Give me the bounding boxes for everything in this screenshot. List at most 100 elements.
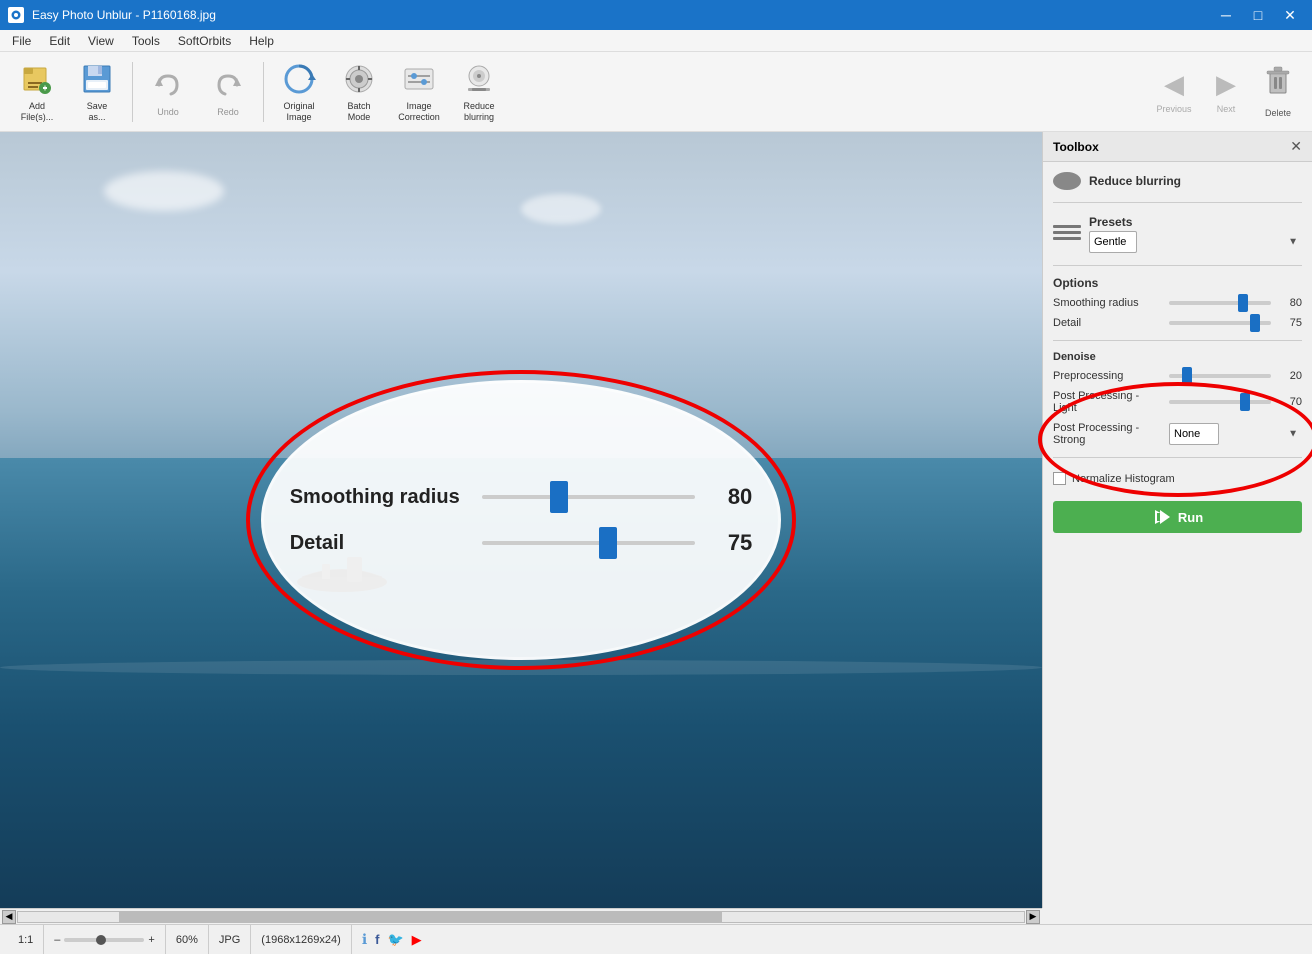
- smoothing-radius-row: Smoothing radius 80: [1053, 296, 1302, 310]
- overlay-smoothing-track[interactable]: [482, 495, 696, 499]
- smoothing-radius-thumb: [1238, 294, 1248, 312]
- post-processing-light-row: Post Processing - Light 70: [1053, 389, 1302, 415]
- zoom-percent: 60%: [176, 934, 198, 946]
- redo-button[interactable]: Redo: [199, 56, 257, 128]
- toolbox-header: Toolbox ✕: [1043, 132, 1312, 162]
- save-as-button[interactable]: Saveas...: [68, 56, 126, 128]
- delete-button[interactable]: Delete: [1252, 56, 1304, 128]
- zoom-pct-section: 60%: [166, 925, 209, 954]
- presets-icon: [1053, 225, 1081, 243]
- detail-value: 75: [1277, 317, 1302, 329]
- title-bar: Easy Photo Unblur - P1160168.jpg ─ □ ✕: [0, 0, 1312, 30]
- reduce-blurring-button[interactable]: Reduceblurring: [450, 56, 508, 128]
- batch-mode-button[interactable]: BatchMode: [330, 56, 388, 128]
- next-icon: ▶: [1216, 69, 1236, 100]
- menu-view[interactable]: View: [80, 32, 122, 50]
- menu-tools[interactable]: Tools: [124, 32, 168, 50]
- divider-2: [1053, 265, 1302, 266]
- overlay-detail-track[interactable]: [482, 541, 696, 545]
- overlay-smoothing-thumb: [550, 481, 568, 513]
- presets-select[interactable]: Gentle Normal Strong Custom: [1089, 231, 1137, 253]
- file-format: JPG: [219, 934, 240, 946]
- menu-edit[interactable]: Edit: [41, 32, 78, 50]
- detail-track[interactable]: [1169, 321, 1271, 325]
- image-area[interactable]: Smoothing radius 80 Detail 75: [0, 132, 1042, 908]
- smoothing-radius-track[interactable]: [1169, 301, 1271, 305]
- scroll-right-button[interactable]: ▶: [1026, 910, 1040, 924]
- post-processing-light-value: 70: [1277, 396, 1302, 408]
- youtube-icon[interactable]: ▶: [412, 932, 422, 948]
- overlay-detail-label: Detail: [290, 532, 470, 555]
- previous-label: Previous: [1156, 104, 1191, 114]
- facebook-icon[interactable]: f: [375, 932, 379, 947]
- zoom-minus-icon[interactable]: –: [54, 934, 60, 946]
- toolbar-sep-2: [263, 62, 264, 122]
- toolbar: AddFile(s)... Saveas... Undo: [0, 52, 1312, 132]
- preprocessing-thumb: [1182, 367, 1192, 385]
- scroll-thumb: [119, 912, 723, 922]
- overlay-smoothing-row: Smoothing radius 80: [290, 484, 753, 510]
- run-button[interactable]: Run: [1053, 501, 1302, 533]
- toolbox-close-button[interactable]: ✕: [1290, 138, 1302, 155]
- dimensions-section: (1968x1269x24): [251, 925, 352, 954]
- add-files-icon: [19, 61, 55, 97]
- batch-mode-icon: [341, 61, 377, 97]
- overlay-detail-row: Detail 75: [290, 530, 753, 556]
- toolbox-title: Toolbox: [1053, 140, 1099, 154]
- info-icon[interactable]: ℹ: [362, 931, 367, 948]
- presets-row: Presets Gentle Normal Strong Custom ▼: [1053, 213, 1302, 255]
- preprocessing-label: Preprocessing: [1053, 370, 1163, 382]
- menu-bar: File Edit View Tools SoftOrbits Help: [0, 30, 1312, 52]
- add-files-button[interactable]: AddFile(s)...: [8, 56, 66, 128]
- post-processing-strong-row: Post Processing - Strong None Light Medi…: [1053, 421, 1302, 447]
- undo-button[interactable]: Undo: [139, 56, 197, 128]
- overlay-smoothing-value: 80: [707, 484, 752, 510]
- post-processing-strong-select[interactable]: None Light Medium Strong: [1169, 423, 1219, 445]
- delete-icon: [1264, 65, 1292, 104]
- horizontal-scrollbar: ◀ ▶: [0, 908, 1042, 924]
- toolbar-nav: ◀ Previous ▶ Next Delete: [1148, 56, 1304, 128]
- image-correction-button[interactable]: ImageCorrection: [390, 56, 448, 128]
- pps-dropdown-arrow: ▼: [1288, 429, 1298, 440]
- format-section: JPG: [209, 925, 251, 954]
- save-as-icon: [79, 61, 115, 97]
- preprocessing-track[interactable]: [1169, 374, 1271, 378]
- maximize-button[interactable]: □: [1244, 5, 1272, 25]
- run-label: Run: [1178, 510, 1203, 525]
- info-icons-section: ℹ f 🐦 ▶: [352, 925, 432, 954]
- menu-file[interactable]: File: [4, 32, 39, 50]
- reduce-blurring-icon: [461, 61, 497, 97]
- toolbar-sep-1: [132, 62, 133, 122]
- toolbox: Toolbox ✕ Reduce blurring Presets: [1042, 132, 1312, 908]
- scroll-left-button[interactable]: ◀: [2, 910, 16, 924]
- post-processing-light-label: Post Processing - Light: [1053, 390, 1163, 414]
- previous-icon: ◀: [1164, 69, 1184, 100]
- zoom-slider-track[interactable]: [64, 938, 144, 942]
- original-image-button[interactable]: OriginalImage: [270, 56, 328, 128]
- menu-softorbits[interactable]: SoftOrbits: [170, 32, 239, 50]
- scroll-track[interactable]: [17, 911, 1025, 923]
- post-processing-light-track[interactable]: [1169, 400, 1271, 404]
- zoom-plus-icon[interactable]: +: [148, 934, 154, 946]
- image-correction-label: ImageCorrection: [398, 101, 440, 123]
- divider-4: [1053, 457, 1302, 458]
- divider-3: [1053, 340, 1302, 341]
- next-button[interactable]: ▶ Next: [1200, 56, 1252, 128]
- close-button[interactable]: ✕: [1276, 5, 1304, 25]
- detail-row: Detail 75: [1053, 316, 1302, 330]
- detail-thumb: [1250, 314, 1260, 332]
- delete-label: Delete: [1265, 108, 1291, 118]
- menu-help[interactable]: Help: [241, 32, 282, 50]
- status-bar: 1:1 – + 60% JPG (1968x1269x24) ℹ f 🐦 ▶: [0, 924, 1312, 954]
- zoom-slider-thumb: [96, 935, 106, 945]
- normalize-histogram-checkbox[interactable]: [1053, 472, 1066, 485]
- divider-1: [1053, 202, 1302, 203]
- preprocessing-row: Preprocessing 20: [1053, 369, 1302, 383]
- minimize-button[interactable]: ─: [1212, 5, 1240, 25]
- twitter-icon[interactable]: 🐦: [387, 932, 403, 948]
- undo-icon: [150, 67, 186, 103]
- presets-dropdown-arrow: ▼: [1288, 237, 1298, 248]
- detail-label: Detail: [1053, 317, 1163, 329]
- presets-label: Presets: [1089, 215, 1302, 229]
- previous-button[interactable]: ◀ Previous: [1148, 56, 1200, 128]
